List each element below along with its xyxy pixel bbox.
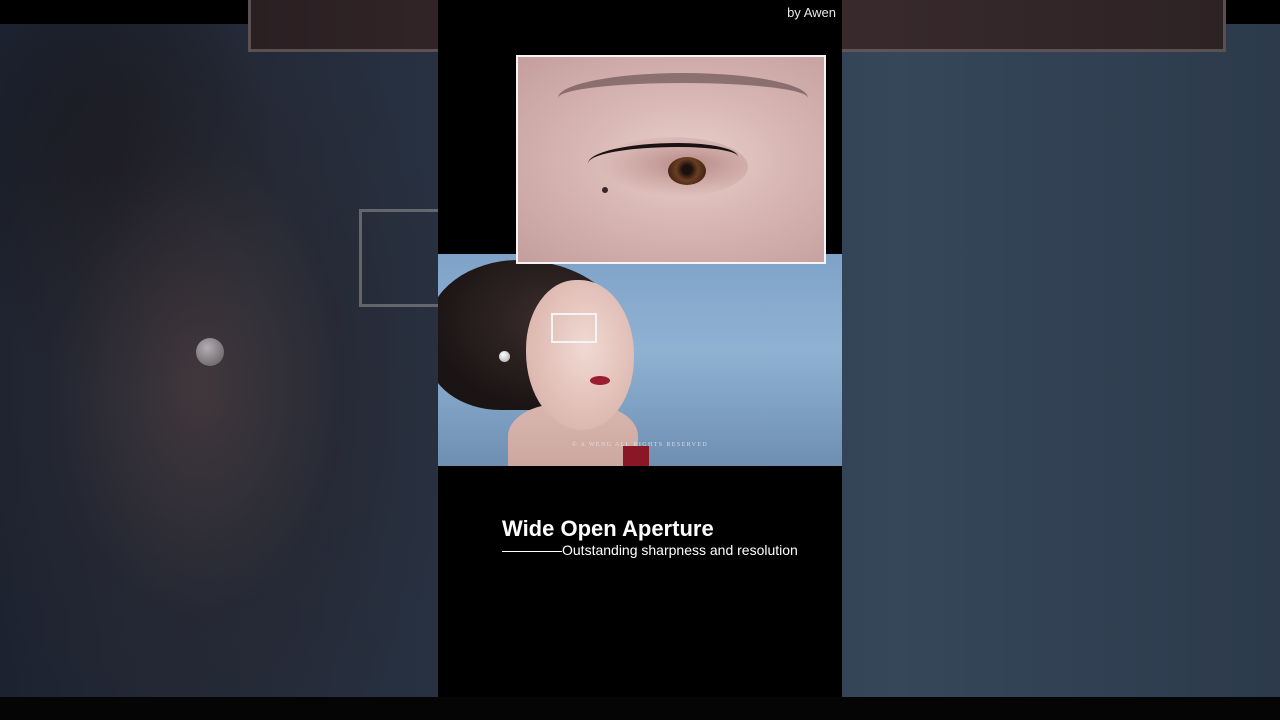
- portrait-dress: [623, 446, 649, 466]
- eye-zoom-inset: [516, 55, 826, 264]
- pearl-earring: [499, 351, 510, 362]
- zoom-beauty-mark: [602, 187, 608, 193]
- bottom-letterbox: [0, 697, 1280, 720]
- video-frame: by Awen © A WENG ALL RIGHTS RESERVED Wid…: [0, 0, 1280, 720]
- zoom-eyeliner: [588, 143, 738, 177]
- caption-rule: [502, 550, 562, 552]
- portrait-face: [526, 280, 634, 430]
- blurred-background-earring: [196, 338, 224, 366]
- focus-highlight-box: [551, 313, 597, 343]
- caption-title: Wide Open Aperture: [502, 516, 714, 541]
- portrait-photo: © A WENG ALL RIGHTS RESERVED: [438, 254, 842, 466]
- portrait-lips: [590, 376, 610, 385]
- author-credit: by Awen: [787, 5, 836, 20]
- caption-subtitle: Outstanding sharpness and resolution: [562, 542, 798, 558]
- zoom-eyebrow: [558, 73, 808, 123]
- zoom-iris: [668, 157, 706, 185]
- caption-subtitle-row: Outstanding sharpness and resolution: [502, 541, 832, 559]
- blurred-background-focus-box: [359, 209, 445, 307]
- vertical-video-panel: by Awen © A WENG ALL RIGHTS RESERVED Wid…: [438, 0, 842, 697]
- photo-watermark: © A WENG ALL RIGHTS RESERVED: [572, 442, 709, 448]
- caption-block: Wide Open Aperture Outstanding sharpness…: [502, 515, 832, 559]
